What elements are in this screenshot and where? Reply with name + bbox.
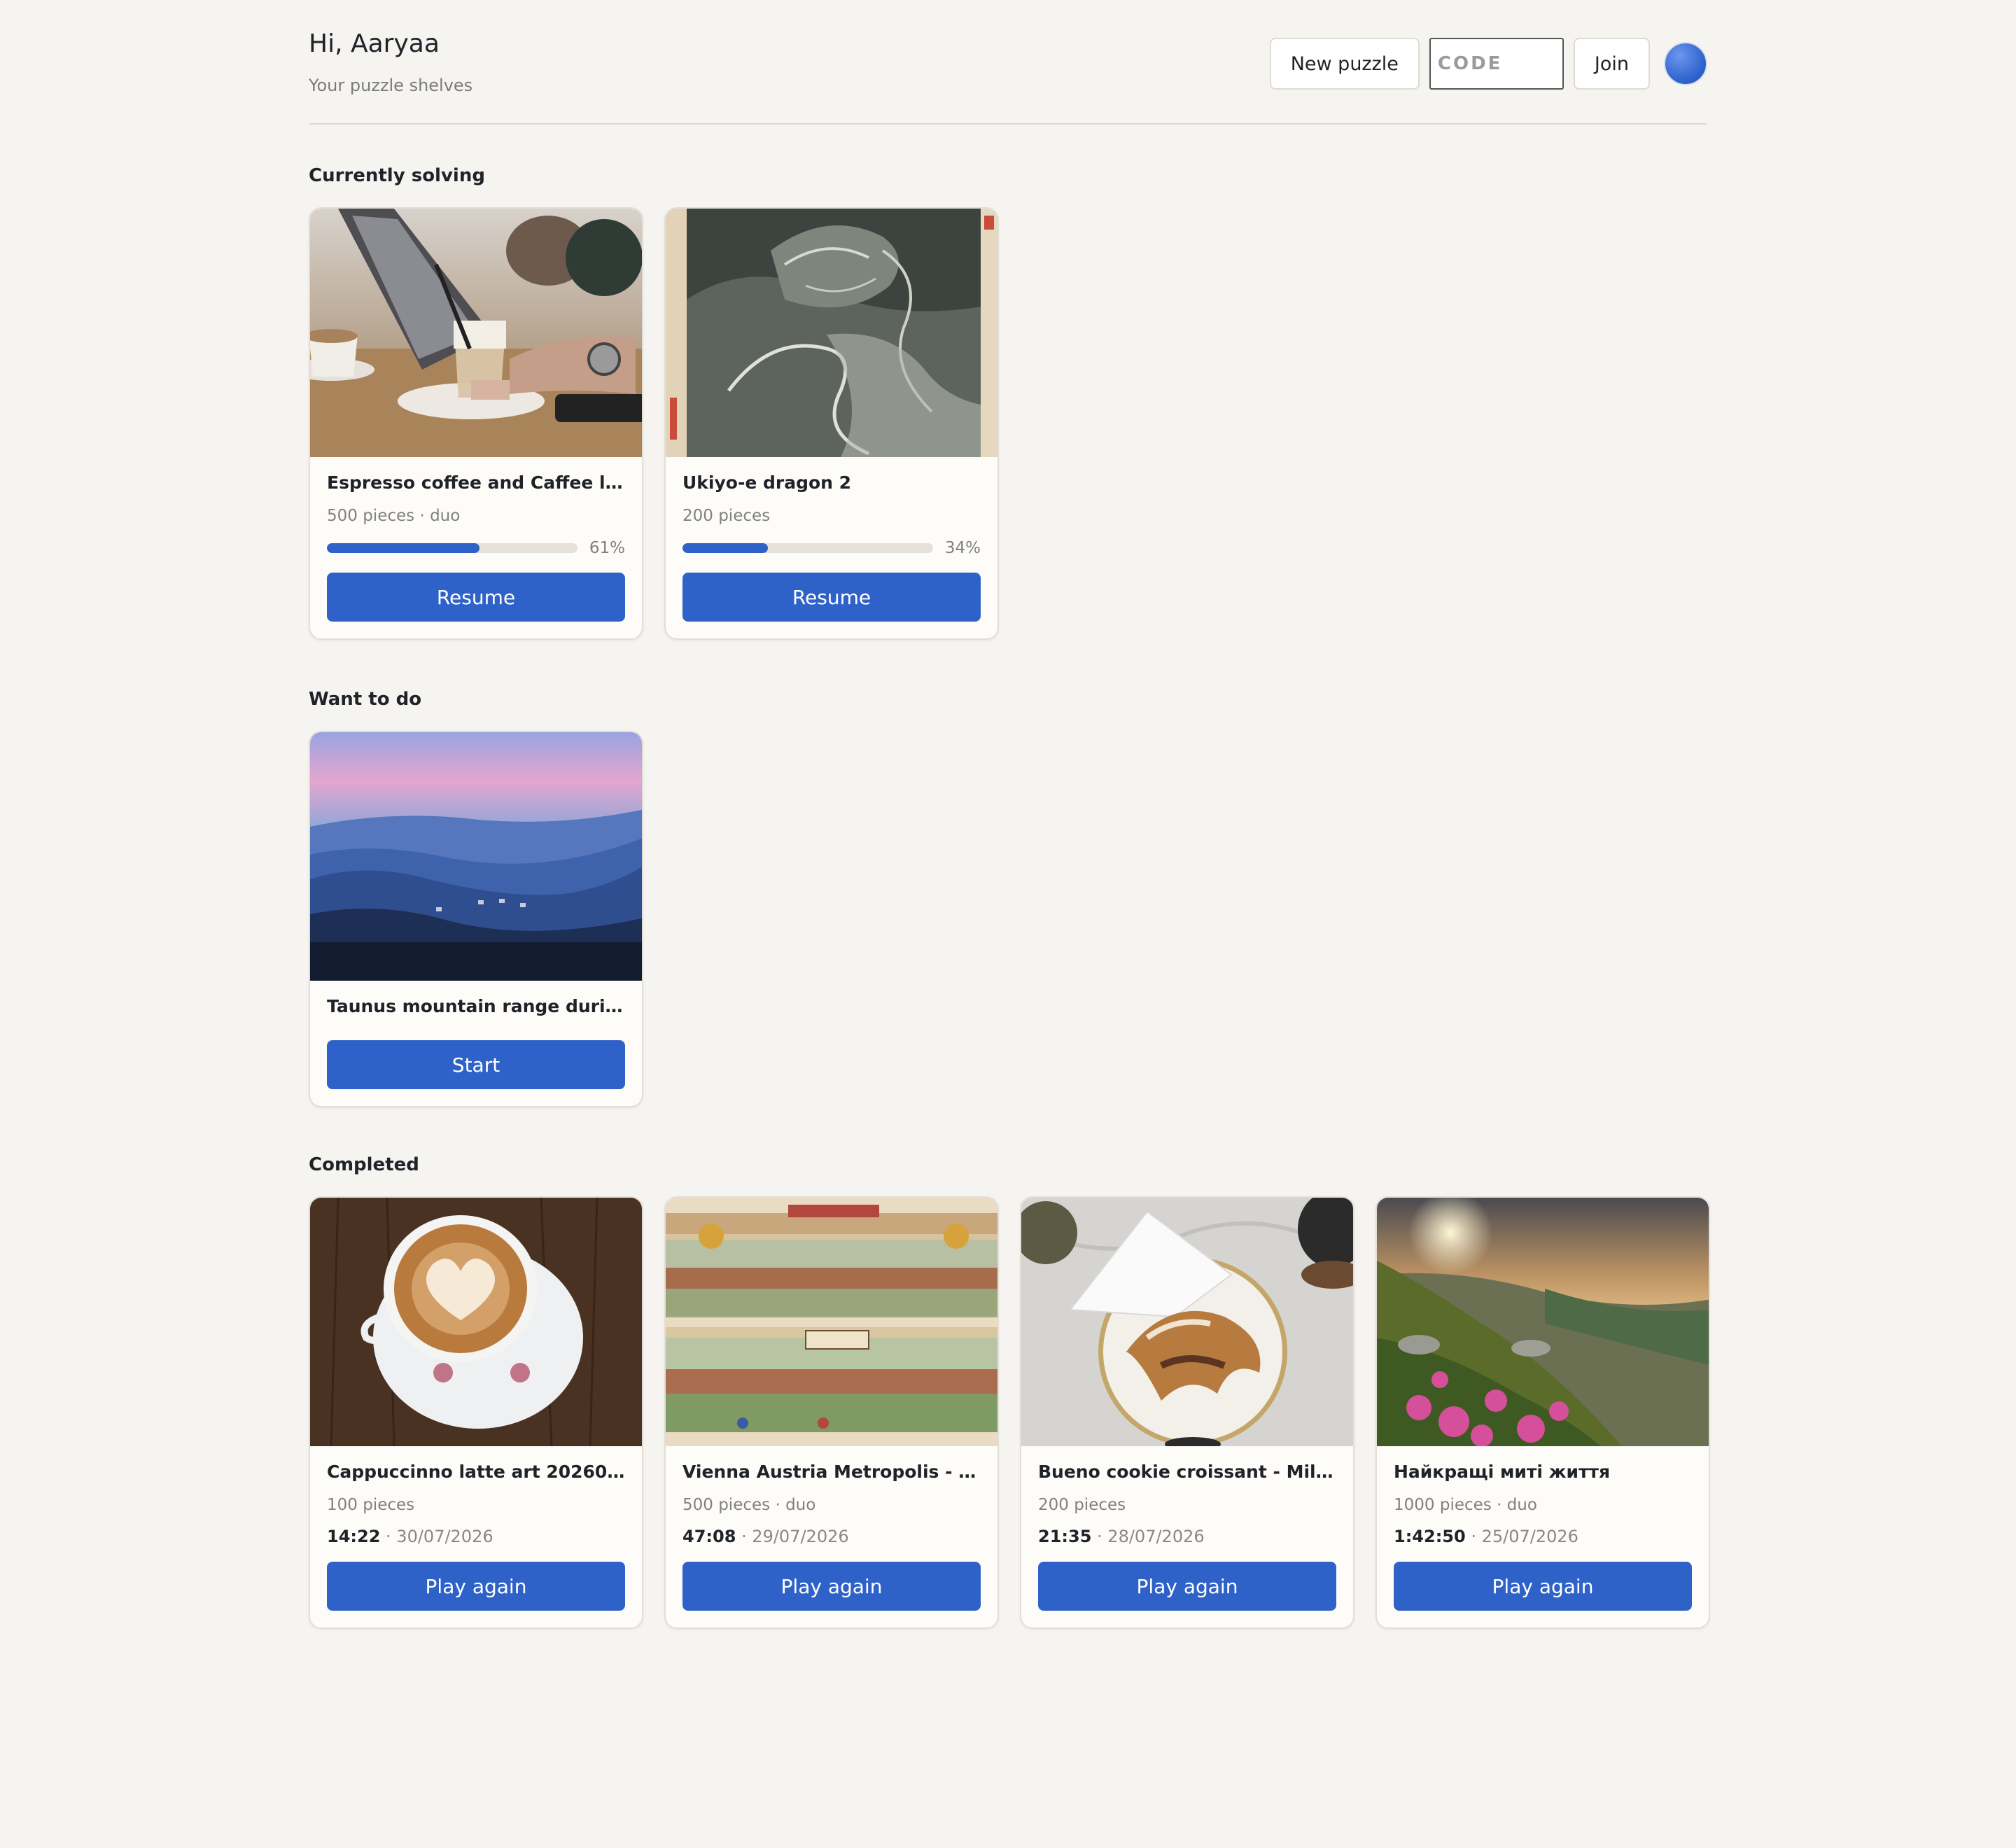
play-again-button[interactable]: Play again xyxy=(682,1562,981,1611)
puzzle-title: Bueno cookie croissant - Milfey P... xyxy=(1038,1462,1336,1482)
section-want-to-do: Want to do Taunus mountain range during … xyxy=(309,689,643,1107)
puzzle-card: Taunus mountain range during fog Start xyxy=(309,731,643,1107)
puzzle-thumbnail-croissant[interactable] xyxy=(1021,1198,1353,1446)
progress-row: 34% xyxy=(682,539,981,557)
puzzle-card: Найкращі миті життя 1000 pieces · duo 1:… xyxy=(1376,1196,1710,1629)
puzzle-card: Ukiyo-e dragon 2 200 pieces 34% Resume xyxy=(664,207,999,640)
puzzle-card: Bueno cookie croissant - Milfey P... 200… xyxy=(1020,1196,1354,1629)
user-avatar[interactable] xyxy=(1664,42,1707,85)
progress-bar xyxy=(327,543,578,553)
completion-time: 1:42:50 xyxy=(1394,1527,1466,1546)
puzzle-thumbnail-mountains[interactable] xyxy=(310,732,642,981)
join-code-input[interactable] xyxy=(1429,38,1564,90)
puzzle-thumbnail-coffee[interactable] xyxy=(310,209,642,457)
progress-percent: 61% xyxy=(589,539,625,557)
card-row: Espresso coffee and Caffee latte a... 50… xyxy=(309,207,999,640)
join-button[interactable]: Join xyxy=(1573,38,1650,90)
section-currently-solving: Currently solving Espresso coffee and Ca… xyxy=(309,165,999,640)
card-row: Taunus mountain range during fog Start xyxy=(309,731,643,1107)
puzzle-card: Vienna Austria Metropolis - Buda,... 500… xyxy=(664,1196,999,1629)
card-body: Cappuccinno latte art 20260708 -... 100 … xyxy=(310,1446,642,1628)
puzzle-meta: 200 pieces xyxy=(682,507,771,525)
puzzle-meta: 100 pieces xyxy=(327,1496,415,1514)
completion-date: · 25/07/2026 xyxy=(1465,1527,1578,1546)
puzzle-card: Cappuccinno latte art 20260708 -... 100 … xyxy=(309,1196,643,1629)
card-body: Vienna Austria Metropolis - Buda,... 500… xyxy=(666,1446,997,1628)
puzzle-meta: 200 pieces xyxy=(1038,1496,1126,1514)
header-actions: New puzzle Join xyxy=(1269,38,1707,90)
puzzle-thumbnail-mountain-sunset[interactable] xyxy=(1377,1198,1709,1446)
section-title: Completed xyxy=(309,1154,419,1175)
puzzle-card: Espresso coffee and Caffee latte a... 50… xyxy=(309,207,643,640)
puzzle-shelves-page: Hi, Aaryaa Your puzzle shelves New puzzl… xyxy=(309,0,1710,1629)
puzzle-thumbnail-cappuccino[interactable] xyxy=(310,1198,642,1446)
completion-info: 47:08 · 29/07/2026 xyxy=(682,1527,981,1546)
completion-info: 14:22 · 30/07/2026 xyxy=(327,1527,625,1546)
card-body: Ukiyo-e dragon 2 200 pieces 34% Resume xyxy=(666,457,997,638)
section-completed: Completed Cappuccinno latte art 202607 1… xyxy=(309,1154,1710,1629)
card-body: Bueno cookie croissant - Milfey P... 200… xyxy=(1021,1446,1353,1628)
section-title: Want to do xyxy=(309,689,422,710)
page-header: Hi, Aaryaa Your puzzle shelves New puzzl… xyxy=(309,0,1707,125)
puzzle-meta: 500 pieces · duo xyxy=(682,1496,816,1514)
completion-date: · 29/07/2026 xyxy=(736,1527,849,1546)
progress-bar xyxy=(682,543,933,553)
completion-date: · 30/07/2026 xyxy=(380,1527,493,1546)
progress-fill xyxy=(682,543,768,553)
card-body: Espresso coffee and Caffee latte a... 50… xyxy=(310,457,642,638)
puzzle-thumbnail-dragon[interactable] xyxy=(666,209,997,457)
completion-info: 1:42:50 · 25/07/2026 xyxy=(1394,1527,1692,1546)
completion-info: 21:35 · 28/07/2026 xyxy=(1038,1527,1336,1546)
puzzle-title: Vienna Austria Metropolis - Buda,... xyxy=(682,1462,981,1482)
completion-date: · 28/07/2026 xyxy=(1091,1527,1205,1546)
completion-time: 47:08 xyxy=(682,1527,736,1546)
new-puzzle-button[interactable]: New puzzle xyxy=(1269,38,1420,90)
progress-percent: 34% xyxy=(944,539,981,557)
progress-fill xyxy=(327,543,480,553)
resume-button[interactable]: Resume xyxy=(682,573,981,622)
card-body: Найкращі миті життя 1000 pieces · duo 1:… xyxy=(1377,1446,1709,1628)
greeting-title: Hi, Aaryaa xyxy=(309,29,440,58)
card-body: Taunus mountain range during fog Start xyxy=(310,981,642,1106)
completion-time: 21:35 xyxy=(1038,1527,1092,1546)
puzzle-title: Taunus mountain range during fog xyxy=(327,996,625,1016)
completion-time: 14:22 xyxy=(327,1527,381,1546)
play-again-button[interactable]: Play again xyxy=(327,1562,625,1611)
card-row: Cappuccinno latte art 20260708 -... 100 … xyxy=(309,1196,1710,1629)
section-title: Currently solving xyxy=(309,165,485,186)
puzzle-meta: 500 pieces · duo xyxy=(327,507,461,525)
puzzle-title: Найкращі миті життя xyxy=(1394,1462,1611,1482)
progress-row: 61% xyxy=(327,539,625,557)
play-again-button[interactable]: Play again xyxy=(1038,1562,1336,1611)
start-button[interactable]: Start xyxy=(327,1040,625,1089)
puzzle-title: Cappuccinno latte art 20260708 -... xyxy=(327,1462,625,1482)
resume-button[interactable]: Resume xyxy=(327,573,625,622)
play-again-button[interactable]: Play again xyxy=(1394,1562,1692,1611)
puzzle-thumbnail-vienna-map[interactable] xyxy=(666,1198,997,1446)
puzzle-title: Ukiyo-e dragon 2 xyxy=(682,472,852,493)
puzzle-title: Espresso coffee and Caffee latte a... xyxy=(327,472,625,493)
puzzle-meta: 1000 pieces · duo xyxy=(1394,1496,1537,1514)
greeting-subtitle: Your puzzle shelves xyxy=(309,76,473,95)
